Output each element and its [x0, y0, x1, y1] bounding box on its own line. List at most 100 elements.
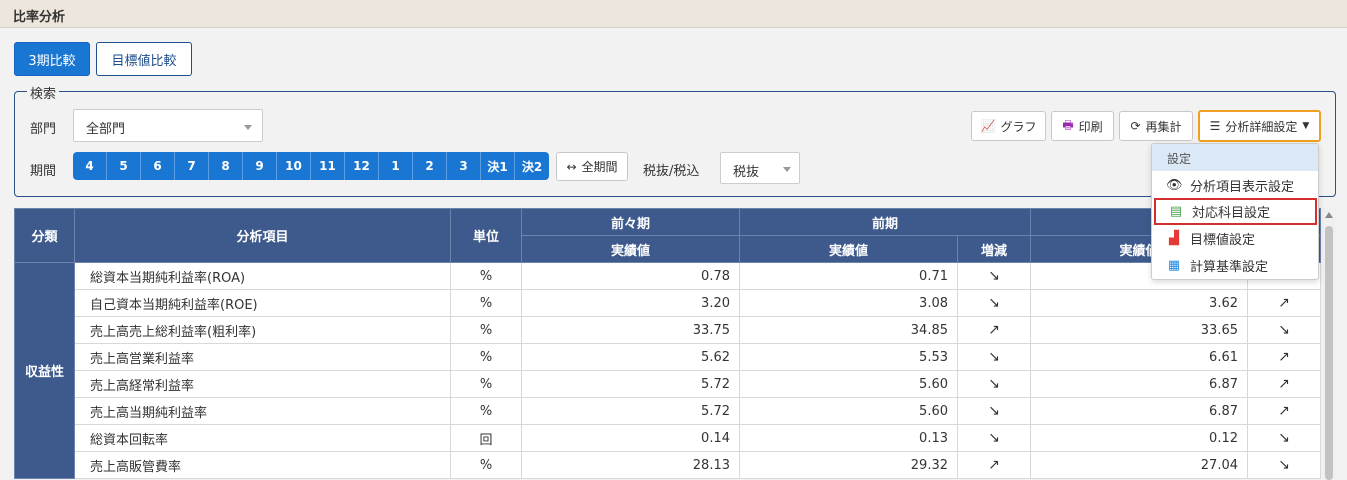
chart-bar-icon: ▟	[1169, 231, 1179, 246]
item-unit: %	[450, 397, 522, 425]
current-change-arrow: ↘	[1247, 316, 1321, 344]
recalc-label: 再集計	[1145, 119, 1182, 134]
prev-value: 5.60	[739, 370, 958, 398]
print-label: 印刷	[1078, 119, 1103, 134]
period-cell[interactable]: 2	[413, 152, 447, 180]
table-row: 売上高営業利益率% 5.62 5.53 ↘ 6.61 ↗	[15, 343, 1321, 371]
menu-item-target-settings[interactable]: ▟ 目標値設定	[1152, 225, 1318, 252]
building-user-icon: ▦	[1167, 258, 1181, 273]
current-value: 3.62	[1030, 289, 1248, 317]
current-change-arrow: ↗	[1247, 397, 1321, 425]
chevron-down-icon	[244, 125, 252, 130]
search-panel	[14, 91, 1336, 197]
all-period-label: 全期間	[581, 160, 618, 174]
prev-value: 0.71	[739, 262, 958, 290]
period-cell[interactable]: 3	[447, 152, 481, 180]
prev-change-arrow: ↘	[957, 262, 1031, 290]
period-cell[interactable]: 決2	[515, 152, 549, 180]
period-selector: 4 5 6 7 8 9 10 11 12 1 2 3 決1 決2	[73, 152, 549, 180]
item-name: 売上高売上総利益率(粗利率)	[74, 316, 451, 344]
prev2-value: 3.20	[521, 289, 740, 317]
item-unit: 回	[450, 424, 522, 452]
col-prev-actual: 実績値	[739, 235, 958, 263]
prev2-value: 33.75	[521, 316, 740, 344]
period-cell[interactable]: 11	[311, 152, 345, 180]
period-cell[interactable]: 6	[141, 152, 175, 180]
item-name: 売上高販管費率	[74, 451, 451, 479]
item-unit: %	[450, 343, 522, 371]
recalc-button[interactable]: ⟳ 再集計	[1119, 111, 1193, 141]
item-unit: %	[450, 262, 522, 290]
current-change-arrow: ↗	[1247, 289, 1321, 317]
tab-3period-compare[interactable]: 3期比較	[14, 42, 90, 76]
prev-value: 29.32	[739, 451, 958, 479]
col-category: 分類	[14, 208, 75, 263]
prev-value: 0.13	[739, 424, 958, 452]
arrows-horizontal-icon: ↔	[566, 159, 577, 174]
period-cell[interactable]: 8	[209, 152, 243, 180]
page-header: 比率分析	[0, 0, 1347, 28]
prev-change-arrow: ↗	[957, 451, 1031, 479]
graph-button[interactable]: 📈 グラフ	[971, 111, 1046, 141]
prev2-value: 5.62	[521, 343, 740, 371]
list-green-icon: ▤	[1169, 204, 1183, 219]
prev-value: 5.60	[739, 397, 958, 425]
period-cell[interactable]: 10	[277, 152, 311, 180]
menu-item-label: 計算基準設定	[1190, 260, 1269, 275]
prev2-value: 5.72	[521, 397, 740, 425]
chart-line-icon: 📈	[980, 119, 996, 133]
table-row: 総資本回転率回 0.14 0.13 ↘ 0.12 ↘	[15, 424, 1321, 452]
col-prev2: 前々期	[521, 208, 740, 236]
printer-icon: 🖶	[1062, 117, 1074, 132]
dept-label: 部門	[30, 122, 57, 137]
prev2-value: 0.78	[521, 262, 740, 290]
table-row: 自己資本当期純利益率(ROE)% 3.20 3.08 ↘ 3.62 ↗	[15, 289, 1321, 317]
search-legend: 検索	[27, 83, 60, 102]
scroll-up-icon[interactable]	[1325, 212, 1333, 218]
period-cell[interactable]: 7	[175, 152, 209, 180]
list-icon: ☰	[1209, 119, 1221, 133]
item-unit: %	[450, 451, 522, 479]
table-row: 売上高売上総利益率(粗利率)% 33.75 34.85 ↗ 33.65 ↘	[15, 316, 1321, 344]
menu-item-label: 目標値設定	[1190, 233, 1256, 248]
tab-target-compare[interactable]: 目標値比較	[96, 42, 192, 76]
period-cell[interactable]: 9	[243, 152, 277, 180]
current-value: 6.87	[1030, 397, 1248, 425]
item-unit: %	[450, 316, 522, 344]
caret-down-icon: ▼	[1302, 121, 1310, 131]
table-row: 収益性 総資本当期純利益率(ROA)% 0.78 0.71 ↘	[14, 262, 1321, 479]
vertical-scrollbar[interactable]	[1322, 208, 1336, 480]
item-name: 売上高営業利益率	[74, 343, 451, 371]
table-row: 売上高販管費率% 28.13 29.32 ↗ 27.04 ↘	[15, 451, 1321, 479]
col-prev-change: 増減	[957, 235, 1031, 263]
scrollbar-thumb[interactable]	[1325, 226, 1333, 480]
dept-select[interactable]: 全部門	[73, 109, 263, 142]
tax-select-value: 税抜	[733, 165, 760, 180]
period-cell[interactable]: 1	[379, 152, 413, 180]
current-change-arrow: ↘	[1247, 424, 1321, 452]
detail-settings-button[interactable]: ☰ 分析詳細設定 ▼	[1198, 110, 1321, 142]
category-cell: 収益性	[14, 262, 75, 479]
dept-select-value: 全部門	[86, 122, 126, 137]
period-cell[interactable]: 決1	[481, 152, 515, 180]
period-label: 期間	[30, 164, 57, 179]
all-period-button[interactable]: ↔ 全期間	[556, 152, 628, 181]
menu-item-account-settings[interactable]: ▤ 対応科目設定	[1154, 198, 1317, 225]
menu-item-calc-basis[interactable]: ▦ 計算基準設定	[1152, 252, 1318, 279]
prev2-value: 28.13	[521, 451, 740, 479]
menu-item-display-settings[interactable]: 👁 分析項目表示設定	[1152, 172, 1318, 199]
current-value: 0.12	[1030, 424, 1248, 452]
tax-select[interactable]: 税抜	[720, 152, 800, 184]
item-name: 売上高経常利益率	[74, 370, 451, 398]
current-value: 27.04	[1030, 451, 1248, 479]
table-row: 売上高経常利益率% 5.72 5.60 ↘ 6.87 ↗	[15, 370, 1321, 398]
period-cell[interactable]: 5	[107, 152, 141, 180]
col-prev: 前期	[739, 208, 1031, 236]
col-unit: 単位	[450, 208, 522, 263]
col-prev2-actual: 実績値	[521, 235, 740, 263]
print-button[interactable]: 🖶 印刷	[1051, 111, 1114, 141]
period-cell[interactable]: 12	[345, 152, 379, 180]
page-title: 比率分析	[13, 10, 66, 25]
settings-dropdown-menu: 設定 👁 分析項目表示設定 ▤ 対応科目設定 ▟ 目標値設定 ▦ 計算基準設定	[1151, 143, 1319, 280]
period-cell[interactable]: 4	[73, 152, 107, 180]
